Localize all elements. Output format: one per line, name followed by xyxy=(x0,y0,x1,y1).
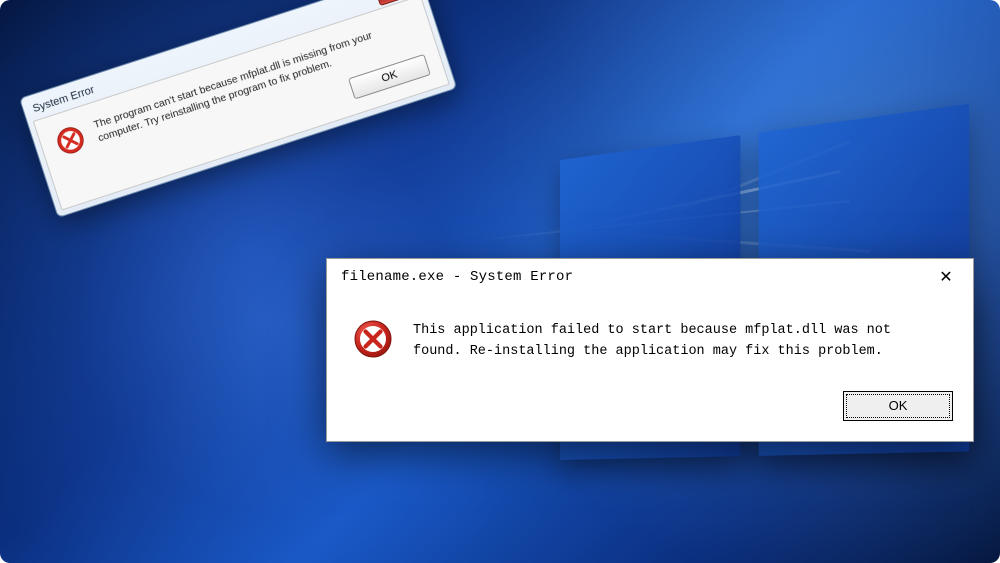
close-button[interactable]: ✕ xyxy=(927,263,965,291)
dialog-message: This application failed to start because… xyxy=(413,319,947,363)
ok-button[interactable]: OK xyxy=(843,391,953,421)
titlebar[interactable]: filename.exe - System Error ✕ xyxy=(327,259,973,295)
error-dialog-foreground: filename.exe - System Error ✕ This appli… xyxy=(326,258,974,442)
dialog-title: filename.exe - System Error xyxy=(341,269,927,285)
ok-button[interactable]: OK xyxy=(348,54,431,100)
error-icon xyxy=(353,319,393,359)
close-icon: ✕ xyxy=(939,267,952,287)
